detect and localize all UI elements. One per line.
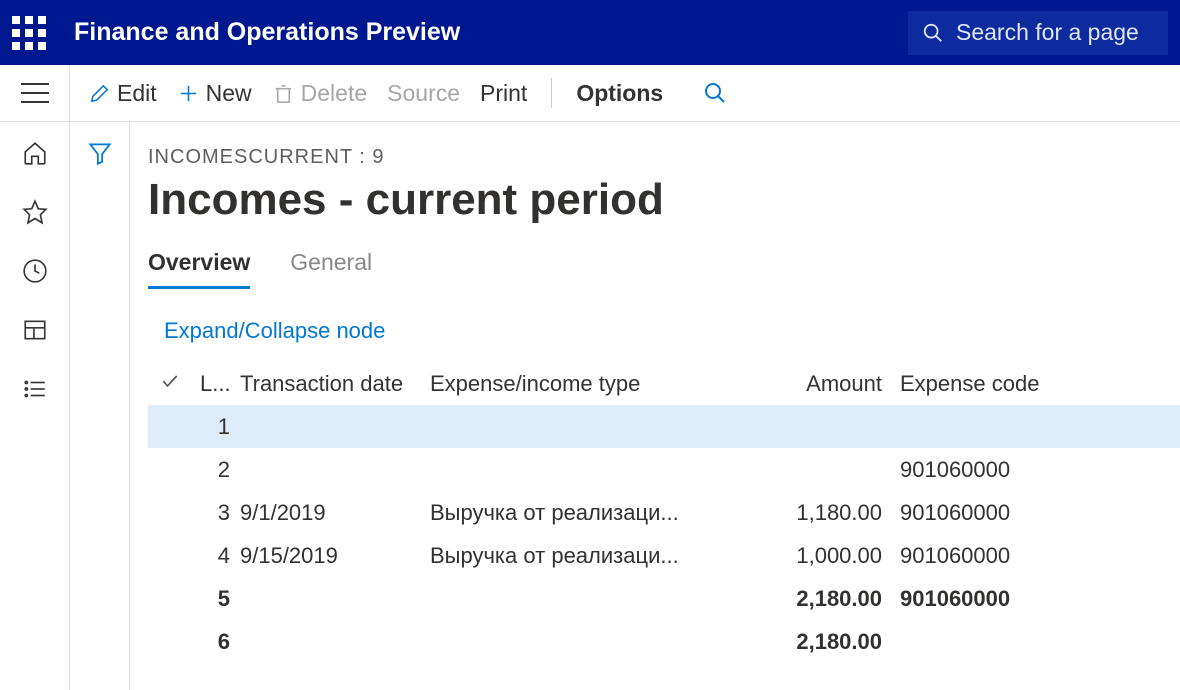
- app-title: Finance and Operations Preview: [74, 18, 880, 47]
- source-label: Source: [387, 80, 460, 107]
- expand-collapse-link[interactable]: Expand/Collapse node: [164, 318, 1180, 344]
- edit-button[interactable]: Edit: [88, 80, 157, 107]
- workspace-icon: [22, 317, 48, 343]
- cell-amount: 1,180.00: [750, 500, 900, 526]
- cell-amount: 1,000.00: [750, 543, 900, 569]
- nav-modules[interactable]: [22, 376, 48, 405]
- new-label: New: [206, 80, 252, 107]
- source-button: Source: [387, 80, 460, 107]
- table-row[interactable]: 6 2,180.00: [148, 620, 1180, 663]
- col-line[interactable]: L...: [200, 371, 240, 397]
- nav-favorites[interactable]: [22, 199, 48, 228]
- plus-icon: [177, 82, 200, 105]
- hamburger-icon: [21, 83, 49, 103]
- nav-workspaces[interactable]: [22, 317, 48, 346]
- detail-tabs: Overview General: [148, 249, 1180, 290]
- toolbar-divider: [551, 78, 552, 108]
- cell-date: 9/15/2019: [240, 543, 430, 569]
- checkmark-icon: [160, 371, 180, 391]
- delete-button: Delete: [272, 80, 367, 107]
- print-label: Print: [480, 80, 527, 107]
- search-placeholder: Search for a page: [956, 19, 1139, 46]
- cell-type: Выручка от реализаци...: [430, 543, 750, 569]
- tab-general[interactable]: General: [290, 249, 372, 289]
- cell-code: 901060000: [900, 586, 1100, 612]
- list-icon: [22, 376, 48, 402]
- col-amount[interactable]: Amount: [750, 371, 900, 397]
- cell-code: 901060000: [900, 543, 1100, 569]
- options-button[interactable]: Options: [576, 80, 663, 107]
- main-content: INCOMESCURRENT : 9 Incomes - current per…: [130, 122, 1180, 690]
- cell-line: 5: [200, 586, 240, 612]
- filter-rail: [70, 122, 130, 690]
- col-type[interactable]: Expense/income type: [430, 371, 750, 397]
- action-toolbar: Edit New Delete Source Print Options: [0, 65, 1180, 122]
- cell-line: 3: [200, 500, 240, 526]
- filter-button[interactable]: [87, 140, 113, 690]
- cell-line: 4: [200, 543, 240, 569]
- nav-recent[interactable]: [22, 258, 48, 287]
- page-title: Incomes - current period: [148, 175, 1180, 225]
- cell-type: Выручка от реализаци...: [430, 500, 750, 526]
- nav-toggle-button[interactable]: [0, 65, 70, 121]
- breadcrumb: INCOMESCURRENT : 9: [148, 146, 1180, 169]
- global-search[interactable]: Search for a page: [908, 11, 1168, 55]
- print-button[interactable]: Print: [480, 80, 527, 107]
- star-icon: [22, 199, 48, 225]
- options-label: Options: [576, 80, 663, 107]
- tab-overview[interactable]: Overview: [148, 249, 250, 289]
- app-launcher-icon[interactable]: [12, 16, 46, 50]
- table-row[interactable]: 4 9/15/2019 Выручка от реализаци... 1,00…: [148, 534, 1180, 577]
- col-date[interactable]: Transaction date: [240, 371, 430, 397]
- trash-icon: [272, 82, 295, 105]
- app-header: Finance and Operations Preview Search fo…: [0, 0, 1180, 65]
- cell-date: 9/1/2019: [240, 500, 430, 526]
- select-all-checkbox[interactable]: [160, 371, 200, 397]
- toolbar-search-button[interactable]: [703, 81, 727, 105]
- cell-code: 901060000: [900, 457, 1100, 483]
- table-row[interactable]: 2 901060000: [148, 448, 1180, 491]
- delete-label: Delete: [301, 80, 367, 107]
- side-nav: [0, 122, 70, 690]
- home-icon: [22, 140, 48, 166]
- body-container: INCOMESCURRENT : 9 Incomes - current per…: [0, 122, 1180, 690]
- col-code[interactable]: Expense code: [900, 371, 1100, 397]
- cell-code: 901060000: [900, 500, 1100, 526]
- grid-header-row: L... Transaction date Expense/income typ…: [148, 362, 1180, 405]
- data-grid: L... Transaction date Expense/income typ…: [148, 362, 1180, 663]
- table-row[interactable]: 5 2,180.00 901060000: [148, 577, 1180, 620]
- cell-line: 1: [200, 414, 240, 440]
- cell-amount: 2,180.00: [750, 586, 900, 612]
- pencil-icon: [88, 82, 111, 105]
- cell-line: 6: [200, 629, 240, 655]
- funnel-icon: [87, 140, 113, 166]
- new-button[interactable]: New: [177, 80, 252, 107]
- search-icon: [703, 81, 727, 105]
- edit-label: Edit: [117, 80, 157, 107]
- search-icon: [922, 22, 944, 44]
- table-row[interactable]: 1: [148, 405, 1180, 448]
- table-row[interactable]: 3 9/1/2019 Выручка от реализаци... 1,180…: [148, 491, 1180, 534]
- clock-icon: [22, 258, 48, 284]
- nav-home[interactable]: [22, 140, 48, 169]
- cell-line: 2: [200, 457, 240, 483]
- cell-amount: 2,180.00: [750, 629, 900, 655]
